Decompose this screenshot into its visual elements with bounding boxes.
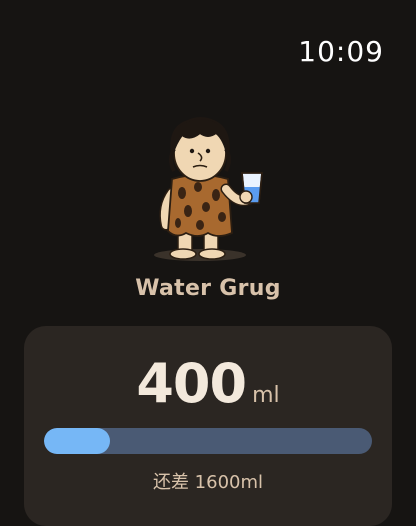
- app-name-label: Water Grug: [135, 276, 281, 301]
- amount-row: 400 ml: [24, 352, 392, 415]
- water-intake-card[interactable]: 400 ml 还差 1600ml: [24, 326, 392, 526]
- intake-progress-fill: [44, 428, 110, 454]
- remaining-amount-label: 还差 1600ml: [152, 472, 264, 493]
- intake-amount-value: 400: [136, 352, 247, 415]
- intake-unit-label: ml: [252, 383, 280, 408]
- caveman-mascot-icon: [154, 117, 263, 261]
- intake-progress-bar: [44, 428, 372, 454]
- status-time: 10:09: [298, 35, 384, 68]
